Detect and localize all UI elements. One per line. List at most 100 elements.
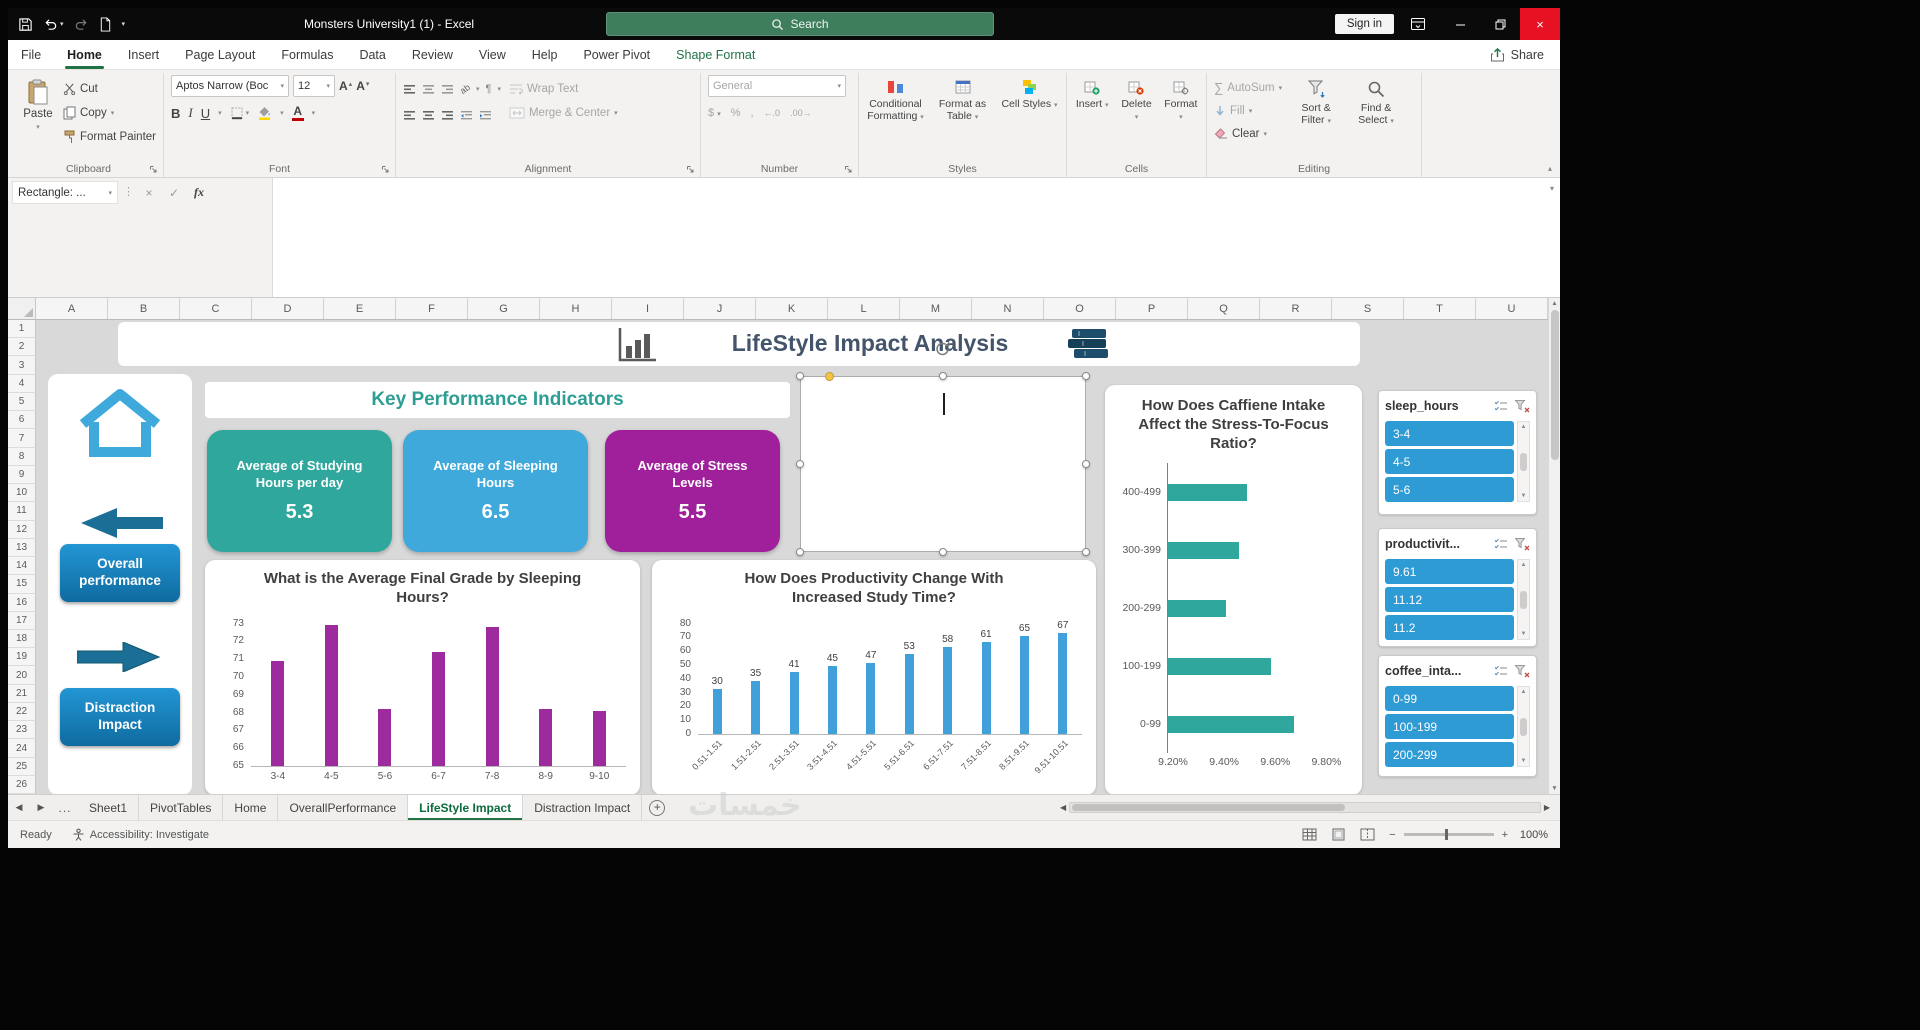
row-header[interactable]: 22 xyxy=(8,703,36,721)
bar[interactable] xyxy=(271,661,284,766)
scroll-down-icon[interactable]: ▼ xyxy=(1521,758,1527,764)
multi-select-icon[interactable] xyxy=(1493,664,1509,678)
column-header[interactable]: A xyxy=(36,298,108,319)
ribbon-tab-help[interactable]: Help xyxy=(519,40,571,69)
scrollbar-thumb[interactable] xyxy=(1551,310,1559,460)
number-format-combo[interactable]: General▾ xyxy=(708,75,846,97)
text-direction-button[interactable]: ¶ xyxy=(486,83,492,95)
sheet-tab-overallperformance[interactable]: OverallPerformance xyxy=(278,795,408,820)
bar[interactable] xyxy=(486,627,499,766)
close-button[interactable]: × xyxy=(1520,8,1560,40)
adjust-handle[interactable] xyxy=(825,372,834,381)
ribbon-display-options-icon[interactable] xyxy=(1410,16,1426,32)
bar[interactable] xyxy=(1168,716,1294,733)
clear-filter-icon[interactable] xyxy=(1514,664,1530,678)
selection-handle[interactable] xyxy=(1082,372,1090,380)
column-header[interactable]: G xyxy=(468,298,540,319)
column-header[interactable]: C xyxy=(180,298,252,319)
selection-handle[interactable] xyxy=(796,548,804,556)
row-header[interactable]: 15 xyxy=(8,575,36,593)
row-header[interactable]: 1 xyxy=(8,320,36,338)
horizontal-scrollbar[interactable]: ◀ ▶ xyxy=(1060,795,1560,820)
zoom-slider[interactable] xyxy=(1404,833,1494,836)
ribbon-tab-page-layout[interactable]: Page Layout xyxy=(172,40,268,69)
column-header[interactable]: K xyxy=(756,298,828,319)
clear-filter-icon[interactable] xyxy=(1514,537,1530,551)
row-header[interactable]: 18 xyxy=(8,630,36,648)
bar-column[interactable]: 58 xyxy=(928,614,966,735)
slicer-scrollbar[interactable]: ▲▼ xyxy=(1517,421,1530,502)
scroll-down-icon[interactable]: ▼ xyxy=(1521,493,1527,499)
row-header[interactable]: 2 xyxy=(8,338,36,356)
bar[interactable] xyxy=(1020,636,1029,734)
cancel-icon[interactable]: × xyxy=(139,181,159,204)
sheet-tab-sheet1[interactable]: Sheet1 xyxy=(78,795,139,820)
bar-column[interactable]: 47 xyxy=(852,614,890,735)
bar-column[interactable]: 45 xyxy=(813,614,851,735)
row-header[interactable]: 26 xyxy=(8,776,36,794)
slicer-item[interactable]: 100-199 xyxy=(1385,714,1514,739)
scroll-right-icon[interactable]: ▶ xyxy=(1544,803,1550,812)
rotate-handle-icon[interactable] xyxy=(934,340,951,357)
bar[interactable] xyxy=(751,681,760,734)
paste-button[interactable]: Paste ▾ xyxy=(21,75,55,131)
row-header[interactable]: 19 xyxy=(8,648,36,666)
align-right-icon[interactable] xyxy=(441,110,454,121)
ribbon-tab-review[interactable]: Review xyxy=(399,40,466,69)
slicer-productivity[interactable]: productivit... 9.6111.1211.2 ▲▼ xyxy=(1378,528,1537,647)
slicer-item[interactable]: 0-99 xyxy=(1385,686,1514,711)
bar-column[interactable] xyxy=(251,614,305,767)
bold-button[interactable]: B xyxy=(171,106,180,121)
slicer-scrollbar[interactable]: ▲▼ xyxy=(1517,559,1530,640)
row-header[interactable]: 12 xyxy=(8,521,36,539)
minimize-button[interactable] xyxy=(1440,8,1480,40)
decrease-decimal-button[interactable]: .00→ xyxy=(790,108,812,118)
clear-filter-icon[interactable] xyxy=(1514,399,1530,413)
chart-grade-by-sleep[interactable]: What is the Average Final Grade by Sleep… xyxy=(205,560,640,794)
bar-column[interactable] xyxy=(305,614,359,767)
scrollbar-thumb[interactable] xyxy=(1520,591,1527,609)
font-size-combo[interactable]: 12▾ xyxy=(293,75,335,97)
cut-button[interactable]: Cut xyxy=(63,78,156,99)
align-center-icon[interactable] xyxy=(422,110,435,121)
align-middle-icon[interactable] xyxy=(422,84,435,95)
name-box[interactable]: Rectangle: ...▾ xyxy=(12,181,118,204)
italic-button[interactable]: I xyxy=(188,105,192,121)
bar-column[interactable]: 30 xyxy=(698,614,736,735)
comma-style-button[interactable]: , xyxy=(750,107,753,119)
column-header[interactable]: U xyxy=(1476,298,1548,319)
align-left-icon[interactable] xyxy=(403,110,416,121)
column-header[interactable]: I xyxy=(612,298,684,319)
slicer-item[interactable]: 4-5 xyxy=(1385,449,1514,474)
formula-input[interactable] xyxy=(273,178,1560,297)
kpi-card-studying-hours[interactable]: Average of Studying Hours per day 5.3 xyxy=(207,430,392,552)
bar-row[interactable]: 400-499 xyxy=(1115,463,1352,521)
ribbon-tab-insert[interactable]: Insert xyxy=(115,40,172,69)
overall-performance-button[interactable]: Overall performance xyxy=(60,544,180,602)
enter-icon[interactable]: ✓ xyxy=(164,181,184,204)
bar-column[interactable]: 53 xyxy=(890,614,928,735)
bar-column[interactable] xyxy=(465,614,519,767)
row-header[interactable]: 17 xyxy=(8,612,36,630)
bar[interactable] xyxy=(1058,633,1067,734)
bar-row[interactable]: 100-199 xyxy=(1115,637,1352,695)
bar-row[interactable]: 300-399 xyxy=(1115,521,1352,579)
column-header[interactable]: L xyxy=(828,298,900,319)
scroll-down-icon[interactable]: ▼ xyxy=(1551,785,1557,792)
grow-font-button[interactable]: A▴ xyxy=(339,79,352,93)
row-header[interactable]: 7 xyxy=(8,429,36,447)
distraction-impact-button[interactable]: Distraction Impact xyxy=(60,688,180,746)
page-layout-view-icon[interactable] xyxy=(1331,828,1346,841)
bar-column[interactable] xyxy=(572,614,626,767)
format-as-table-button[interactable]: Format as Table ▾ xyxy=(933,75,992,122)
column-header[interactable]: M xyxy=(900,298,972,319)
bar-column[interactable]: 41 xyxy=(775,614,813,735)
slicer-item[interactable]: 11.2 xyxy=(1385,615,1514,640)
vertical-scrollbar[interactable]: ▲ ▼ xyxy=(1548,298,1560,794)
sign-in-button[interactable]: Sign in xyxy=(1335,14,1394,34)
maximize-button[interactable] xyxy=(1480,8,1520,40)
row-header[interactable]: 4 xyxy=(8,375,36,393)
dialog-launcher-icon[interactable] xyxy=(149,165,158,174)
chart-caffeine-stress-focus[interactable]: How Does Caffiene Intake Affect the Stre… xyxy=(1105,385,1362,794)
slicer-item[interactable]: 11.12 xyxy=(1385,587,1514,612)
